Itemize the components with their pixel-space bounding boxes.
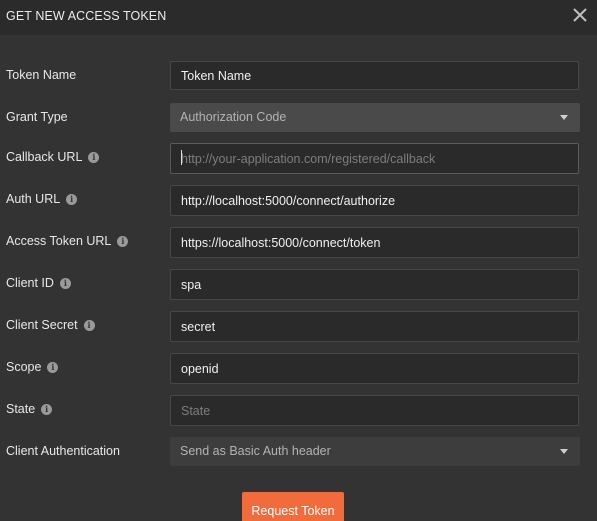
access-token-url-row: Access Token URL i (0, 227, 597, 258)
state-input[interactable] (170, 395, 579, 426)
request-token-button[interactable]: Request Token (242, 492, 344, 521)
callback-url-label: Callback URL i (6, 150, 100, 164)
get-new-access-token-dialog: GET NEW ACCESS TOKEN Token Name Grant Ty… (0, 0, 597, 521)
chevron-down-icon (560, 449, 568, 454)
client-authentication-select[interactable]: Send as Basic Auth header (170, 437, 580, 466)
client-authentication-row: Client Authentication Send as Basic Auth… (0, 437, 597, 467)
client-authentication-label: Client Authentication (6, 444, 120, 458)
dialog-header: GET NEW ACCESS TOKEN (0, 0, 597, 35)
scope-label: Scope i (6, 360, 59, 374)
token-name-row: Token Name (0, 61, 597, 91)
info-icon[interactable]: i (59, 277, 71, 289)
grant-type-label: Grant Type (6, 110, 68, 124)
scope-input[interactable] (170, 353, 579, 384)
grant-type-select[interactable]: Authorization Code (170, 103, 580, 132)
info-icon[interactable]: i (47, 361, 59, 373)
client-authentication-value: Send as Basic Auth header (180, 444, 331, 458)
state-row: State i (0, 395, 597, 426)
chevron-down-icon (560, 115, 568, 120)
close-icon[interactable] (571, 6, 589, 24)
token-name-input[interactable] (170, 61, 579, 90)
info-icon[interactable]: i (41, 403, 53, 415)
state-label: State i (6, 402, 53, 416)
client-secret-input[interactable] (170, 311, 579, 342)
info-icon[interactable]: i (88, 151, 100, 163)
grant-type-value: Authorization Code (180, 110, 287, 124)
access-token-url-input[interactable] (170, 227, 579, 258)
callback-url-row: Callback URL i (0, 143, 597, 174)
client-id-input[interactable] (170, 269, 579, 300)
access-token-url-label: Access Token URL i (6, 234, 129, 248)
info-icon[interactable]: i (83, 319, 95, 331)
auth-url-input[interactable] (170, 185, 579, 216)
client-secret-label: Client Secret i (6, 318, 95, 332)
scope-row: Scope i (0, 353, 597, 384)
auth-url-label: Auth URL i (6, 192, 78, 206)
dialog-title: GET NEW ACCESS TOKEN (6, 9, 167, 23)
grant-type-row: Grant Type Authorization Code (0, 103, 597, 133)
info-icon[interactable]: i (66, 193, 78, 205)
callback-url-input[interactable] (170, 143, 579, 174)
info-icon[interactable]: i (117, 235, 129, 247)
client-secret-row: Client Secret i (0, 311, 597, 342)
client-id-row: Client ID i (0, 269, 597, 300)
auth-url-row: Auth URL i (0, 185, 597, 216)
token-name-label: Token Name (6, 68, 77, 82)
text-cursor (181, 150, 182, 165)
client-id-label: Client ID i (6, 276, 71, 290)
